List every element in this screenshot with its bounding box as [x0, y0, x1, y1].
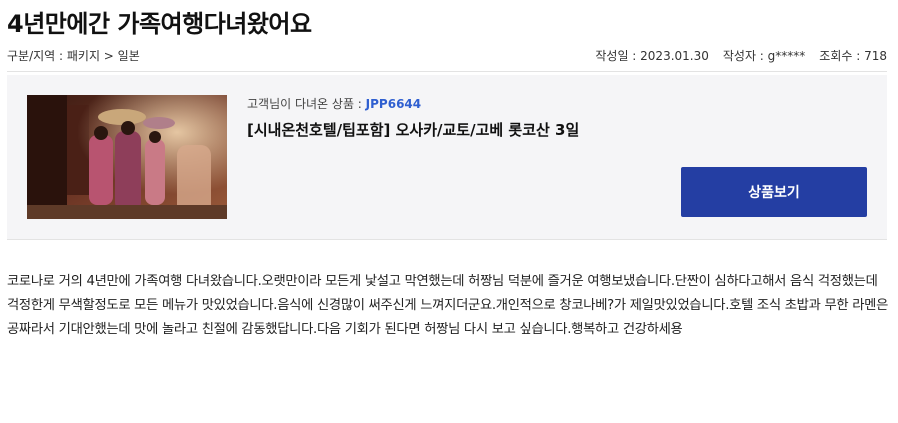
post-views: 조회수 : 718 — [819, 49, 887, 63]
post-title: 4년만에간 가족여행다녀왔어요 — [7, 10, 312, 38]
view-product-button[interactable]: 상품보기 — [681, 167, 867, 217]
divider — [7, 239, 887, 240]
product-code-label: 고객님이 다녀온 상품 : — [247, 97, 366, 111]
review-body-text: 코로나로 거의 4년만에 가족여행 다녀왔습니다.오랫만이라 모든게 낯설고 막… — [7, 274, 889, 337]
product-card: 고객님이 다녀온 상품 : JPP6644 [시내온천호텔/팁포함] 오사카/교… — [7, 75, 887, 239]
post-meta-row: 구분/지역 : 패키지 > 일본 작성일 : 2023.01.30 작성자 : … — [7, 47, 887, 64]
product-thumbnail[interactable] — [27, 95, 227, 219]
product-code-line: 고객님이 다녀온 상품 : JPP6644 — [247, 95, 421, 112]
post-date: 작성일 : 2023.01.30 — [595, 49, 709, 63]
product-code: JPP6644 — [365, 97, 422, 111]
divider — [7, 71, 887, 72]
post-stats: 작성일 : 2023.01.30 작성자 : g***** 조회수 : 718 — [595, 47, 887, 64]
product-name[interactable]: [시내온천호텔/팁포함] 오사카/교토/고베 롯코산 3일 — [247, 119, 579, 140]
category-breadcrumb: 구분/지역 : 패키지 > 일본 — [7, 49, 140, 63]
post-author: 작성자 : g***** — [722, 49, 806, 63]
